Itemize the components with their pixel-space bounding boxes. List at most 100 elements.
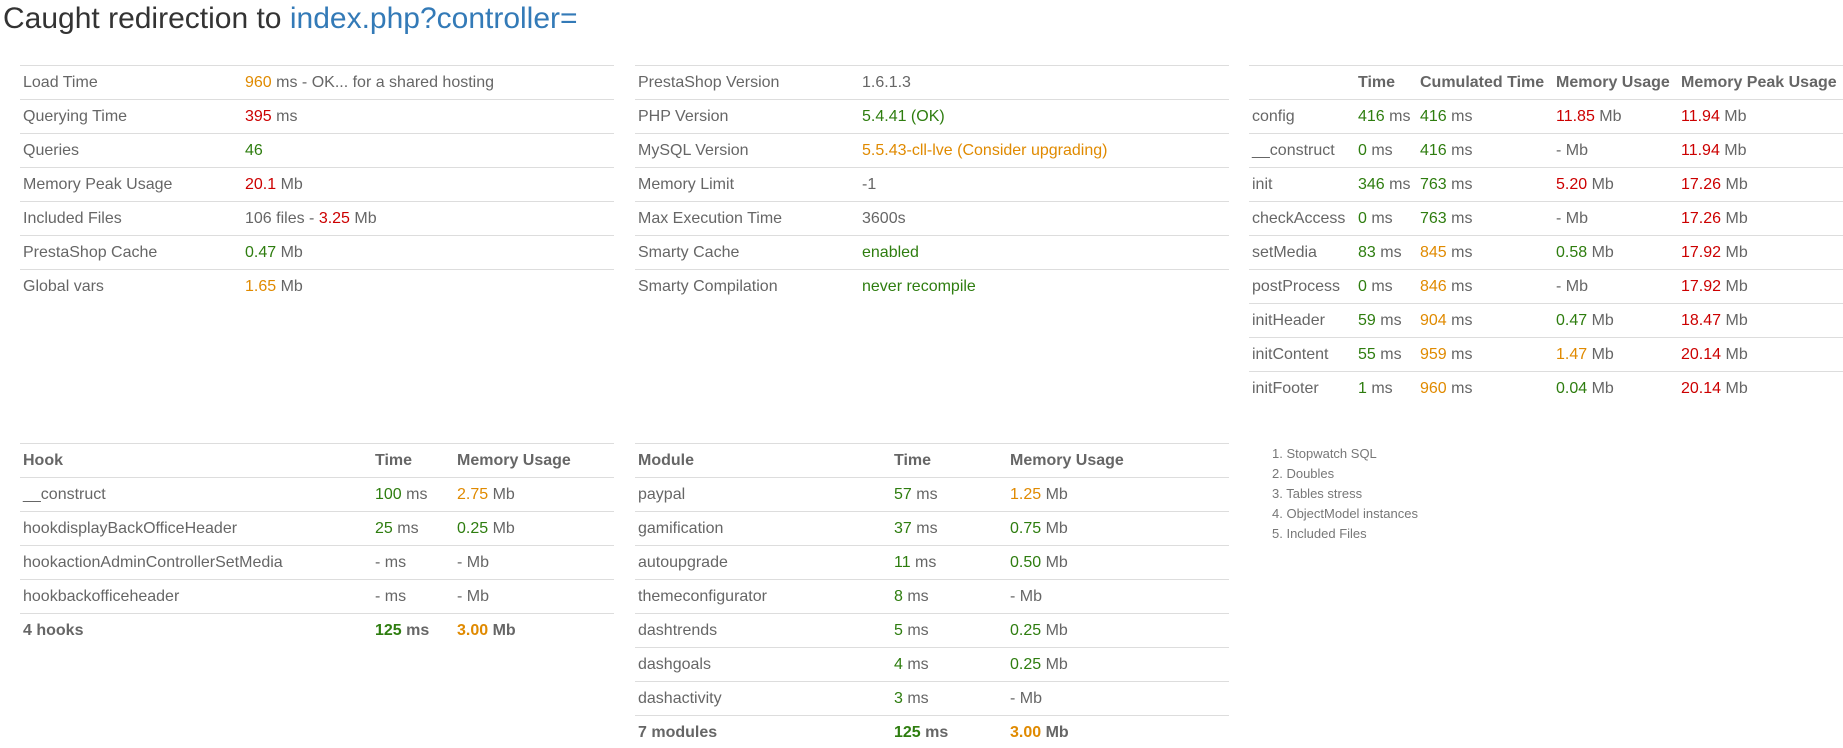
- module-time: 5 ms: [891, 613, 1007, 648]
- load-stat-number: 395: [245, 107, 272, 125]
- hook-summary-name: 4 hooks: [20, 613, 372, 648]
- step-memory: 0.47 Mb: [1553, 303, 1678, 338]
- step-cumulated-value: 904: [1420, 311, 1447, 329]
- module-memory-value: 1.25: [1010, 485, 1042, 503]
- module-row: gamification 37 ms 0.75 Mb: [635, 511, 1229, 546]
- steps-header: Cumulated Time: [1417, 65, 1553, 100]
- module-memory: - Mb: [1007, 681, 1229, 716]
- step-memory-value: 0.58: [1556, 243, 1588, 261]
- step-name: setMedia: [1249, 235, 1355, 270]
- module-time: 11 ms: [891, 545, 1007, 580]
- step-memory: 0.04 Mb: [1553, 371, 1678, 406]
- step-peak: 17.26 Mb: [1678, 167, 1843, 202]
- load-stat-number: 1.65: [245, 277, 277, 295]
- hook-memory: 2.75 Mb: [454, 477, 614, 512]
- step-peak: 17.26 Mb: [1678, 201, 1843, 236]
- step-cumulated-value: 763: [1420, 175, 1447, 193]
- load-stat-label: Included Files: [20, 201, 242, 236]
- module-time-value: 37: [894, 519, 912, 537]
- step-row: initContent 55 ms 959 ms 1.47 Mb 20.14 Mb: [1249, 337, 1843, 372]
- step-time: 0 ms: [1355, 269, 1417, 304]
- step-time: 83 ms: [1355, 235, 1417, 270]
- env-row: Memory Limit -1: [635, 167, 1229, 202]
- steps-header-row: Time Cumulated Time Memory Usage Memory Pea…: [1249, 65, 1843, 100]
- steps-header: [1249, 65, 1355, 100]
- step-peak: 17.92 Mb: [1678, 235, 1843, 270]
- module-memory-value: -: [1010, 689, 1016, 707]
- module-name: themeconfigurator: [635, 579, 891, 614]
- redirect-link[interactable]: index.php?controller=: [290, 2, 578, 35]
- module-summary-memory: 3.00 Mb: [1007, 715, 1229, 748]
- step-time-value: 346: [1358, 175, 1385, 193]
- step-memory-value: -: [1556, 209, 1562, 227]
- step-time-value: 59: [1358, 311, 1376, 329]
- load-stat-row: Included Files 106 files - 3.25 Mb: [20, 201, 614, 236]
- hooks-table: Hook Time Memory Usage __construct 100 ms 2.7…: [20, 443, 614, 648]
- module-header: Time: [891, 443, 1007, 478]
- step-name: initHeader: [1249, 303, 1355, 338]
- module-time: 3 ms: [891, 681, 1007, 716]
- hook-memory-value: -: [457, 553, 463, 571]
- step-peak-value: 17.26: [1681, 175, 1722, 193]
- debug-link-item[interactable]: 3. Tables stress: [1272, 484, 1418, 504]
- hook-time-value: -: [375, 587, 381, 605]
- hook-row: hookbackofficeheader - ms - Mb: [20, 579, 614, 614]
- load-stat-row: Querying Time 395 ms: [20, 99, 614, 134]
- step-memory-value: 1.47: [1556, 345, 1588, 363]
- step-peak: 18.47 Mb: [1678, 303, 1843, 338]
- debug-link-item[interactable]: 2. Doubles: [1272, 464, 1418, 484]
- module-name: dashgoals: [635, 647, 891, 682]
- module-memory-value: 0.50: [1010, 553, 1042, 571]
- step-name: initContent: [1249, 337, 1355, 372]
- load-stat-value: 20.1 Mb: [242, 167, 614, 202]
- load-stat-number: 20.1: [245, 175, 277, 193]
- debug-link-item[interactable]: 4. ObjectModel instances: [1272, 504, 1418, 524]
- env-value: -1: [859, 167, 1229, 202]
- step-name: initFooter: [1249, 371, 1355, 406]
- hook-summary-memory-value: 3.00: [457, 621, 489, 639]
- step-time-value: 0: [1358, 277, 1367, 295]
- hook-header-row: Hook Time Memory Usage: [20, 443, 614, 478]
- env-row: PrestaShop Version 1.6.1.3: [635, 65, 1229, 100]
- debug-link-item[interactable]: 1. Stopwatch SQL: [1272, 444, 1418, 464]
- step-memory-value: 5.20: [1556, 175, 1588, 193]
- module-time: 37 ms: [891, 511, 1007, 546]
- load-stat-number: 0.47: [245, 243, 277, 261]
- module-row: dashgoals 4 ms 0.25 Mb: [635, 647, 1229, 682]
- hook-memory-value: 2.75: [457, 485, 489, 503]
- step-memory-value: 11.85: [1556, 107, 1595, 125]
- step-cumulated: 959 ms: [1417, 337, 1553, 372]
- step-cumulated: 416 ms: [1417, 133, 1553, 168]
- step-time: 1 ms: [1355, 371, 1417, 406]
- step-memory-value: -: [1556, 277, 1562, 295]
- step-time: 55 ms: [1355, 337, 1417, 372]
- step-memory: - Mb: [1553, 269, 1678, 304]
- step-cumulated: 763 ms: [1417, 167, 1553, 202]
- module-time-value: 57: [894, 485, 912, 503]
- env-label: Memory Limit: [635, 167, 859, 202]
- hook-row: hookdisplayBackOfficeHeader 25 ms 0.25 Mb: [20, 511, 614, 546]
- hook-row: hookactionAdminControllerSetMedia - ms - M…: [20, 545, 614, 580]
- hook-time: - ms: [372, 545, 454, 580]
- module-header: Module: [635, 443, 891, 478]
- env-value: enabled: [859, 235, 1229, 270]
- hook-header: Hook: [20, 443, 372, 478]
- env-row: MySQL Version 5.5.43-cll-lve (Consider up…: [635, 133, 1229, 168]
- step-peak-value: 11.94: [1681, 141, 1720, 159]
- load-stat-number: 960: [245, 73, 272, 91]
- step-time-value: 416: [1358, 107, 1385, 125]
- load-stat-number: 3.25: [318, 209, 350, 227]
- debug-link-item[interactable]: 5. Included Files: [1272, 524, 1418, 544]
- load-stat-value: 960 ms - OK... for a shared hosting: [242, 65, 614, 100]
- load-stat-row: Queries 46: [20, 133, 614, 168]
- step-memory-value: 0.47: [1556, 311, 1588, 329]
- steps-header: Memory Peak Usage: [1678, 65, 1843, 100]
- step-time-value: 0: [1358, 209, 1367, 227]
- step-name: config: [1249, 99, 1355, 134]
- step-memory: 5.20 Mb: [1553, 167, 1678, 202]
- env-value: 5.5.43-cll-lve (Consider upgrading): [859, 133, 1229, 168]
- step-cumulated-value: 846: [1420, 277, 1447, 295]
- module-time: 4 ms: [891, 647, 1007, 682]
- hook-header: Memory Usage: [454, 443, 614, 478]
- module-time-value: 8: [894, 587, 903, 605]
